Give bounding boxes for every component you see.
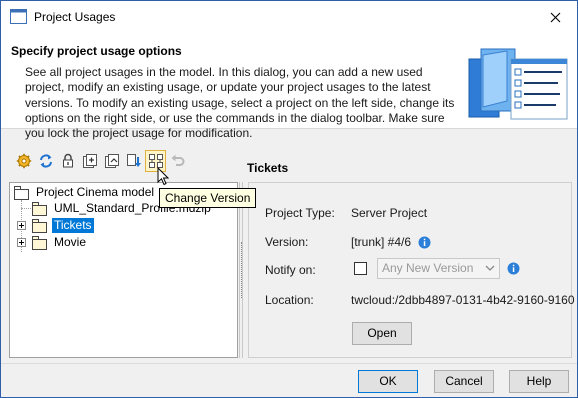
add-project-icon [82,154,97,168]
download-icon [126,154,141,167]
splitter-grip [241,242,242,298]
tree-node-label: Tickets [52,218,94,233]
package-folder-icon [14,185,29,200]
add-project-button[interactable] [79,150,100,172]
download-button[interactable] [123,150,144,172]
open-button[interactable]: Open [352,322,412,345]
location-value: twcloud:/2dbb4897-0131-4b42-9160-9160 [351,293,575,307]
notify-version-select[interactable]: Any New Version [377,258,500,279]
package-folder-icon [32,218,47,233]
tree-root-node[interactable]: Project Cinema model [14,184,156,201]
location-label: Location: [265,293,314,307]
undo-button[interactable] [167,150,188,172]
package-folder-icon [32,201,47,216]
notify-on-label: Notify on: [265,263,316,277]
settings-gear-icon [16,153,31,169]
import-project-button[interactable] [101,150,122,172]
tree-node-tickets[interactable]: Tickets [32,217,94,234]
tree-guide-line [21,208,31,209]
window-title: Project Usages [34,10,116,24]
version-label: Version: [265,235,309,249]
help-button[interactable]: Help [509,370,569,393]
tree-node-label: Movie [54,235,87,249]
panel-splitter[interactable] [239,182,243,358]
header-description: See all project usages in the model. In … [25,65,455,141]
details-title: Tickets [247,161,289,175]
notify-checkbox[interactable] [354,262,367,275]
expand-toggle-icon[interactable] [17,238,26,247]
refresh-icon [39,154,52,168]
project-type-label: Project Type: [265,206,335,220]
tree-node-movie[interactable]: Movie [32,234,88,251]
notify-version-value: Any New Version [382,261,474,275]
settings-button[interactable] [13,150,34,172]
notify-info-icon[interactable] [507,262,520,275]
title-bar: Project Usages [1,1,577,33]
toolbar-tooltip: Change Version [159,188,257,208]
refresh-button[interactable] [35,150,56,172]
version-value: [trunk] #4/6 [351,235,412,249]
footer-separator [1,363,577,364]
app-window-icon [10,9,27,24]
close-button[interactable] [541,6,569,28]
header-illustration-icon [468,48,568,120]
dialog-header: Specify project usage options See all pr… [1,33,577,140]
package-folder-icon [32,235,47,250]
expand-toggle-icon[interactable] [17,221,26,230]
ok-button[interactable]: OK [358,370,418,393]
undo-icon [171,154,184,166]
chevron-down-icon [485,265,495,271]
project-tree[interactable]: Project Cinema model UML_Standard_Profil… [9,182,238,358]
close-icon [550,12,560,22]
info-icon[interactable] [418,236,431,249]
version-row: [trunk] #4/6 [351,235,431,249]
project-type-value: Server Project [351,206,428,220]
header-title: Specify project usage options [11,44,182,58]
mouse-cursor-icon [157,167,169,186]
import-project-icon [104,154,119,168]
project-usages-dialog: Project Usages Specify project usage opt… [0,0,578,398]
cancel-button[interactable]: Cancel [434,370,494,393]
tree-node-label: Project Cinema model [36,185,155,199]
project-properties-panel: Project Type: Server Project Version: [t… [248,182,575,358]
lock-icon [62,153,73,168]
lock-button[interactable] [57,150,78,172]
